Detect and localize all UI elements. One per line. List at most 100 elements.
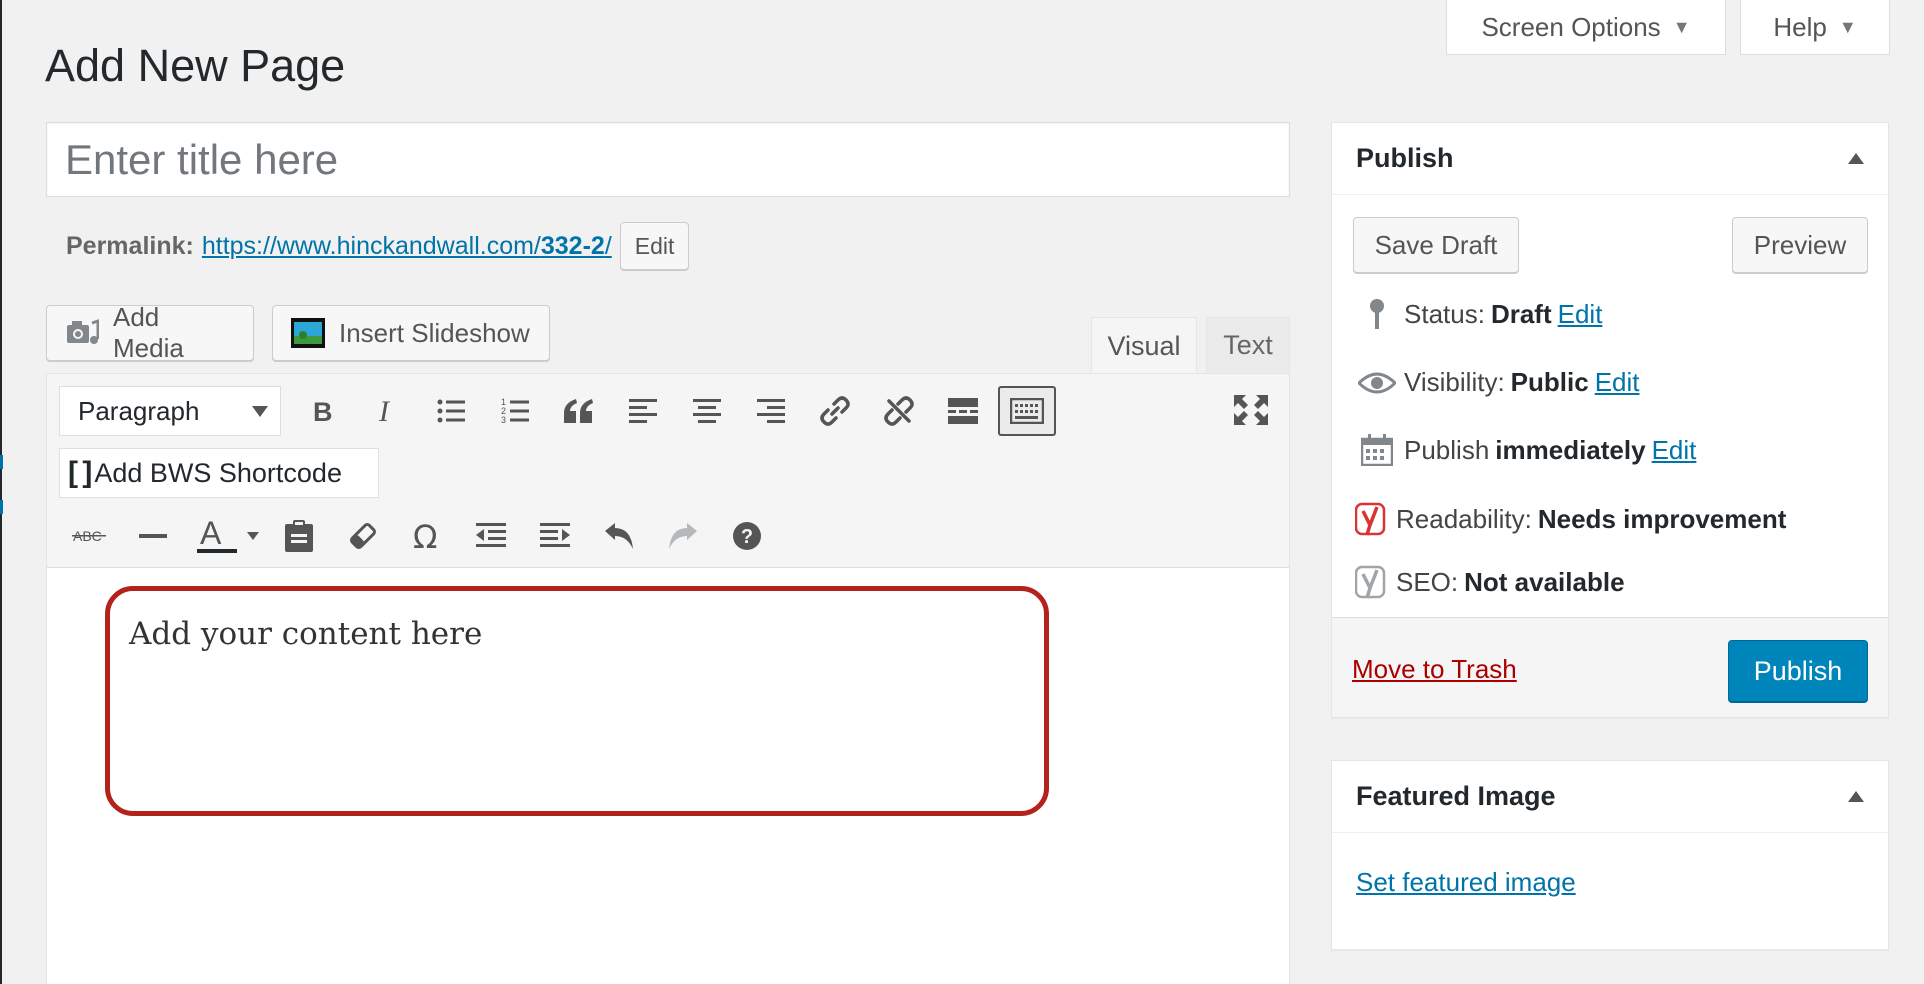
- svg-text:Ω: Ω: [413, 521, 437, 551]
- featured-image-title: Featured Image: [1356, 781, 1556, 811]
- decrease-indent-button[interactable]: [459, 512, 523, 560]
- visibility-value: Public: [1510, 367, 1589, 397]
- align-left-icon: [629, 399, 657, 423]
- toolbar-toggle-button[interactable]: [998, 386, 1056, 436]
- help-button[interactable]: Help ▼: [1740, 0, 1890, 55]
- fullscreen-icon: [1234, 395, 1268, 425]
- redo-icon: [669, 523, 697, 549]
- increase-indent-button[interactable]: [523, 512, 587, 560]
- bws-shortcode-label: Add BWS Shortcode: [94, 457, 342, 488]
- publish-box-header[interactable]: Publish: [1332, 123, 1888, 195]
- tab-text[interactable]: Text: [1206, 317, 1290, 373]
- visibility-edit-link[interactable]: Edit: [1595, 367, 1640, 398]
- indent-icon: [540, 523, 570, 547]
- yoast-seo-icon: [1352, 564, 1392, 600]
- numbered-list-button[interactable]: 123: [483, 387, 547, 435]
- add-media-button[interactable]: Add Media: [46, 302, 254, 363]
- text-color-button[interactable]: A: [185, 512, 267, 560]
- special-character-button[interactable]: Ω: [395, 512, 459, 560]
- align-center-button[interactable]: [675, 387, 739, 435]
- schedule-value: immediately: [1495, 434, 1646, 465]
- schedule-label: Publish: [1404, 434, 1490, 465]
- editor-toolbar: Paragraph B I 123 [] Add BWS Shortcode …: [47, 374, 1289, 568]
- eye-icon: [1354, 371, 1400, 395]
- svg-text:?: ?: [741, 526, 753, 548]
- seo-row: SEO: Not available: [1352, 564, 1625, 600]
- editor-content-area[interactable]: Add your content here: [47, 568, 1289, 984]
- blockquote-button[interactable]: [547, 387, 611, 435]
- bold-button[interactable]: B: [291, 387, 355, 435]
- schedule-row: Publish immediately Edit: [1354, 434, 1696, 466]
- screen-options-label: Screen Options: [1481, 11, 1661, 42]
- numbered-list-icon: 123: [501, 397, 529, 425]
- permalink-edit-button[interactable]: Edit: [619, 222, 690, 270]
- featured-image-header[interactable]: Featured Image: [1332, 761, 1888, 833]
- collapse-up-icon[interactable]: [1848, 791, 1864, 802]
- horizontal-line-button[interactable]: [121, 512, 185, 560]
- content-placeholder-text[interactable]: Add your content here: [129, 616, 482, 652]
- save-draft-button[interactable]: Save Draft: [1353, 217, 1519, 273]
- quote-icon: [564, 399, 593, 423]
- schedule-edit-link[interactable]: Edit: [1652, 435, 1697, 466]
- align-left-button[interactable]: [611, 387, 675, 435]
- strikethrough-button[interactable]: ABC: [57, 512, 121, 560]
- clipboard-icon: [285, 520, 313, 552]
- featured-image-box: Featured Image Set featured image: [1331, 760, 1889, 950]
- visibility-label: Visibility:: [1404, 367, 1505, 397]
- seo-label: SEO:: [1396, 566, 1459, 597]
- chevron-down-icon: [252, 406, 268, 417]
- insert-slideshow-label: Insert Slideshow: [339, 317, 530, 348]
- link-icon: [820, 396, 850, 426]
- redo-button[interactable]: [651, 512, 715, 560]
- permalink-trailing: /: [604, 231, 612, 260]
- eraser-icon: [350, 523, 376, 549]
- clear-formatting-button[interactable]: [331, 512, 395, 560]
- permalink-slug: 332-2: [540, 231, 605, 260]
- seo-value: Not available: [1464, 566, 1625, 597]
- remove-link-button[interactable]: [867, 387, 931, 435]
- italic-button[interactable]: I: [355, 387, 419, 435]
- permalink-label: Permalink:: [66, 231, 194, 260]
- insert-link-button[interactable]: [803, 387, 867, 435]
- horizontal-line-icon: [139, 534, 167, 538]
- permalink-link[interactable]: https://www.hinckandwall.com/332-2/: [202, 232, 612, 261]
- align-right-button[interactable]: [739, 387, 803, 435]
- unlink-icon: [884, 396, 914, 426]
- keyboard-shortcuts-button[interactable]: ?: [715, 512, 779, 560]
- svg-text:I: I: [378, 397, 391, 425]
- shortcode-brackets-icon: [ ]: [68, 456, 92, 489]
- calendar-icon: [1354, 434, 1400, 466]
- set-featured-image-link[interactable]: Set featured image: [1356, 867, 1576, 898]
- svg-text:B: B: [313, 397, 333, 425]
- format-select[interactable]: Paragraph: [59, 386, 281, 436]
- omega-icon: Ω: [413, 521, 437, 551]
- permalink-row: Permalink: https://www.hinckandwall.com/…: [66, 222, 690, 270]
- post-title-input[interactable]: [46, 122, 1290, 197]
- screen-options-button[interactable]: Screen Options ▼: [1446, 0, 1726, 55]
- yoast-readability-icon: [1352, 501, 1392, 537]
- bulleted-list-button[interactable]: [419, 387, 483, 435]
- move-to-trash-link[interactable]: Move to Trash: [1352, 654, 1517, 685]
- text-color-icon: A: [197, 516, 259, 553]
- insert-slideshow-button[interactable]: Insert Slideshow: [272, 305, 550, 361]
- status-edit-link[interactable]: Edit: [1558, 299, 1603, 330]
- publish-box-title: Publish: [1356, 143, 1454, 173]
- page-title: Add New Page: [45, 40, 346, 91]
- add-bws-shortcode-button[interactable]: [ ] Add BWS Shortcode: [59, 448, 379, 498]
- permalink-base: https://www.hinckandwall.com/: [201, 231, 541, 260]
- status-label: Status:: [1404, 298, 1485, 329]
- collapse-up-icon[interactable]: [1848, 153, 1864, 164]
- svg-text:A: A: [200, 516, 222, 551]
- format-select-value: Paragraph: [78, 395, 200, 426]
- undo-button[interactable]: [587, 512, 651, 560]
- read-more-icon: [948, 398, 978, 424]
- paste-as-text-button[interactable]: [267, 512, 331, 560]
- tab-visual[interactable]: Visual: [1091, 317, 1197, 374]
- status-value: Draft: [1490, 298, 1552, 329]
- content-editor: Paragraph B I 123 [] Add BWS Shortcode …: [46, 373, 1290, 984]
- preview-button[interactable]: Preview: [1732, 217, 1868, 273]
- align-right-icon: [757, 399, 785, 423]
- read-more-button[interactable]: [931, 387, 995, 435]
- publish-button[interactable]: Publish: [1728, 640, 1868, 702]
- fullscreen-button[interactable]: [1219, 386, 1283, 434]
